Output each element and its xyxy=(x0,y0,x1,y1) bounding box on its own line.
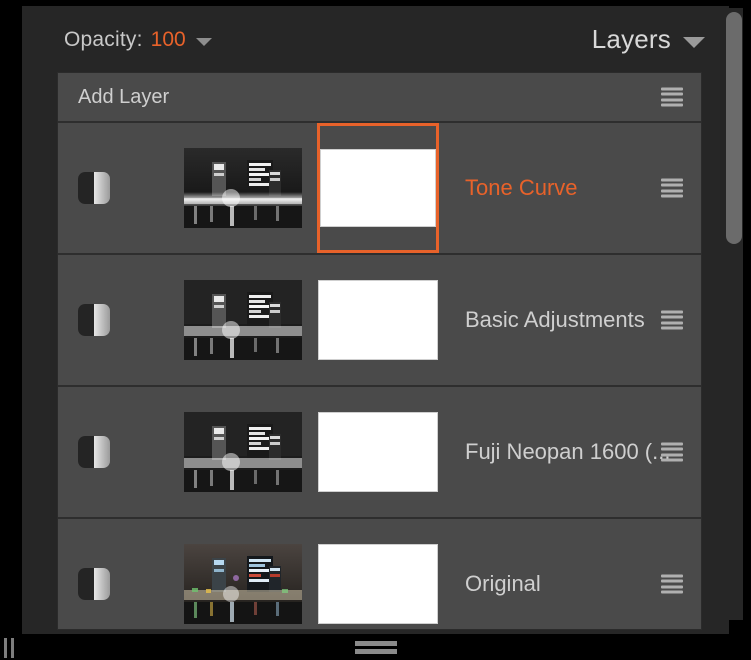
layer-thumbnail[interactable] xyxy=(184,280,302,360)
opacity-label: Opacity: xyxy=(64,28,143,51)
drag-grip-icon[interactable] xyxy=(354,641,397,654)
opacity-control[interactable]: Opacity: 100 xyxy=(64,28,212,52)
opacity-value[interactable]: 100 xyxy=(151,28,186,52)
layer-mask-thumbnail[interactable] xyxy=(317,255,439,385)
chevron-down-icon[interactable] xyxy=(683,37,705,48)
hamburger-menu-icon[interactable] xyxy=(661,87,683,107)
hamburger-menu-icon[interactable] xyxy=(661,310,683,330)
layer-thumbnail[interactable] xyxy=(184,544,302,624)
white-mask-swatch xyxy=(318,280,438,360)
page-title: Layers xyxy=(591,24,671,54)
mask-toggle-icon[interactable] xyxy=(78,172,110,204)
layer-thumbnail[interactable] xyxy=(184,148,302,228)
chevron-down-icon[interactable] xyxy=(195,38,212,46)
layer-name-label: Tone Curve xyxy=(465,175,578,200)
add-layer-row[interactable]: Add Layer xyxy=(58,73,701,123)
hamburger-menu-icon[interactable] xyxy=(661,442,683,462)
bw-cityscape-night-image xyxy=(184,148,302,228)
layers-panel-window: Opacity: 100 Layers Add Layer Tone Curve… xyxy=(0,0,751,660)
table-row[interactable]: Original xyxy=(58,519,701,629)
layer-name-label: Original xyxy=(465,571,541,596)
scrollbar-thumb[interactable] xyxy=(726,12,742,244)
mask-toggle-icon[interactable] xyxy=(78,304,110,336)
white-mask-swatch xyxy=(320,149,436,227)
window-left-gutter xyxy=(0,0,22,636)
layer-mask-thumbnail[interactable] xyxy=(317,387,439,517)
layer-thumbnail[interactable] xyxy=(184,412,302,492)
bottom-bar xyxy=(0,636,751,660)
bw-cityscape-night-image xyxy=(184,412,302,492)
layer-name-label: Fuji Neopan 1600 (... xyxy=(465,439,671,464)
color-cityscape-night-image xyxy=(184,544,302,624)
panel-header: Opacity: 100 Layers xyxy=(22,6,729,68)
layer-list: Add Layer Tone Curve Basic Adjustments F… xyxy=(57,72,702,630)
panel-title-dropdown[interactable]: Layers xyxy=(592,24,705,55)
vertical-scrollbar[interactable] xyxy=(725,8,743,620)
table-row[interactable]: Tone Curve xyxy=(58,123,701,255)
add-layer-label: Add Layer xyxy=(78,85,170,108)
mask-toggle-icon[interactable] xyxy=(78,568,110,600)
white-mask-swatch xyxy=(318,544,438,624)
layer-name-label: Basic Adjustments xyxy=(465,307,645,332)
mask-toggle-icon[interactable] xyxy=(78,436,110,468)
layer-mask-thumbnail[interactable] xyxy=(317,123,439,253)
bw-cityscape-night-image xyxy=(184,280,302,360)
hamburger-menu-icon[interactable] xyxy=(661,178,683,198)
table-row[interactable]: Basic Adjustments xyxy=(58,255,701,387)
layer-mask-thumbnail[interactable] xyxy=(317,519,439,629)
white-mask-swatch xyxy=(318,412,438,492)
table-row[interactable]: Fuji Neopan 1600 (... xyxy=(58,387,701,519)
resize-grip-icon[interactable] xyxy=(4,638,18,658)
hamburger-menu-icon[interactable] xyxy=(661,574,683,594)
